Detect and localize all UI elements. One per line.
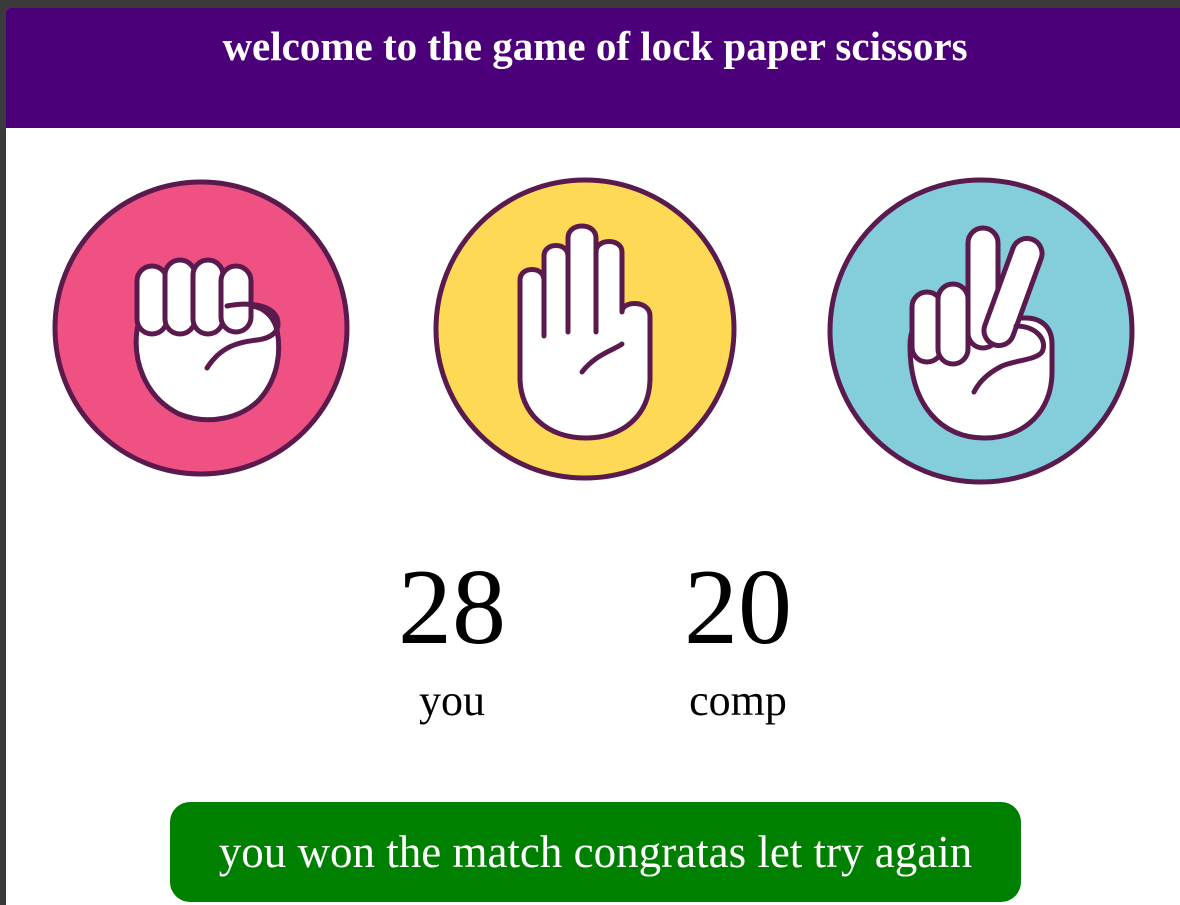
paper-choice[interactable] <box>432 176 738 482</box>
page-title: welcome to the game of lock paper scisso… <box>222 23 968 69</box>
computer-score: 20 <box>684 548 792 667</box>
game-window: welcome to the game of lock paper scisso… <box>6 8 1180 905</box>
result-message[interactable]: you won the match congratas let try agai… <box>170 802 1021 902</box>
rock-fist-icon <box>52 179 350 477</box>
computer-score-label: comp <box>689 676 787 725</box>
user-score-label: you <box>419 676 485 725</box>
scissors-two-fingers-icon <box>827 177 1135 485</box>
paper-open-hand-icon <box>433 177 737 481</box>
header-bar: welcome to the game of lock paper scisso… <box>6 8 1180 128</box>
rock-choice[interactable] <box>51 178 351 478</box>
user-score: 28 <box>398 548 506 667</box>
scissors-choice[interactable] <box>826 176 1136 486</box>
